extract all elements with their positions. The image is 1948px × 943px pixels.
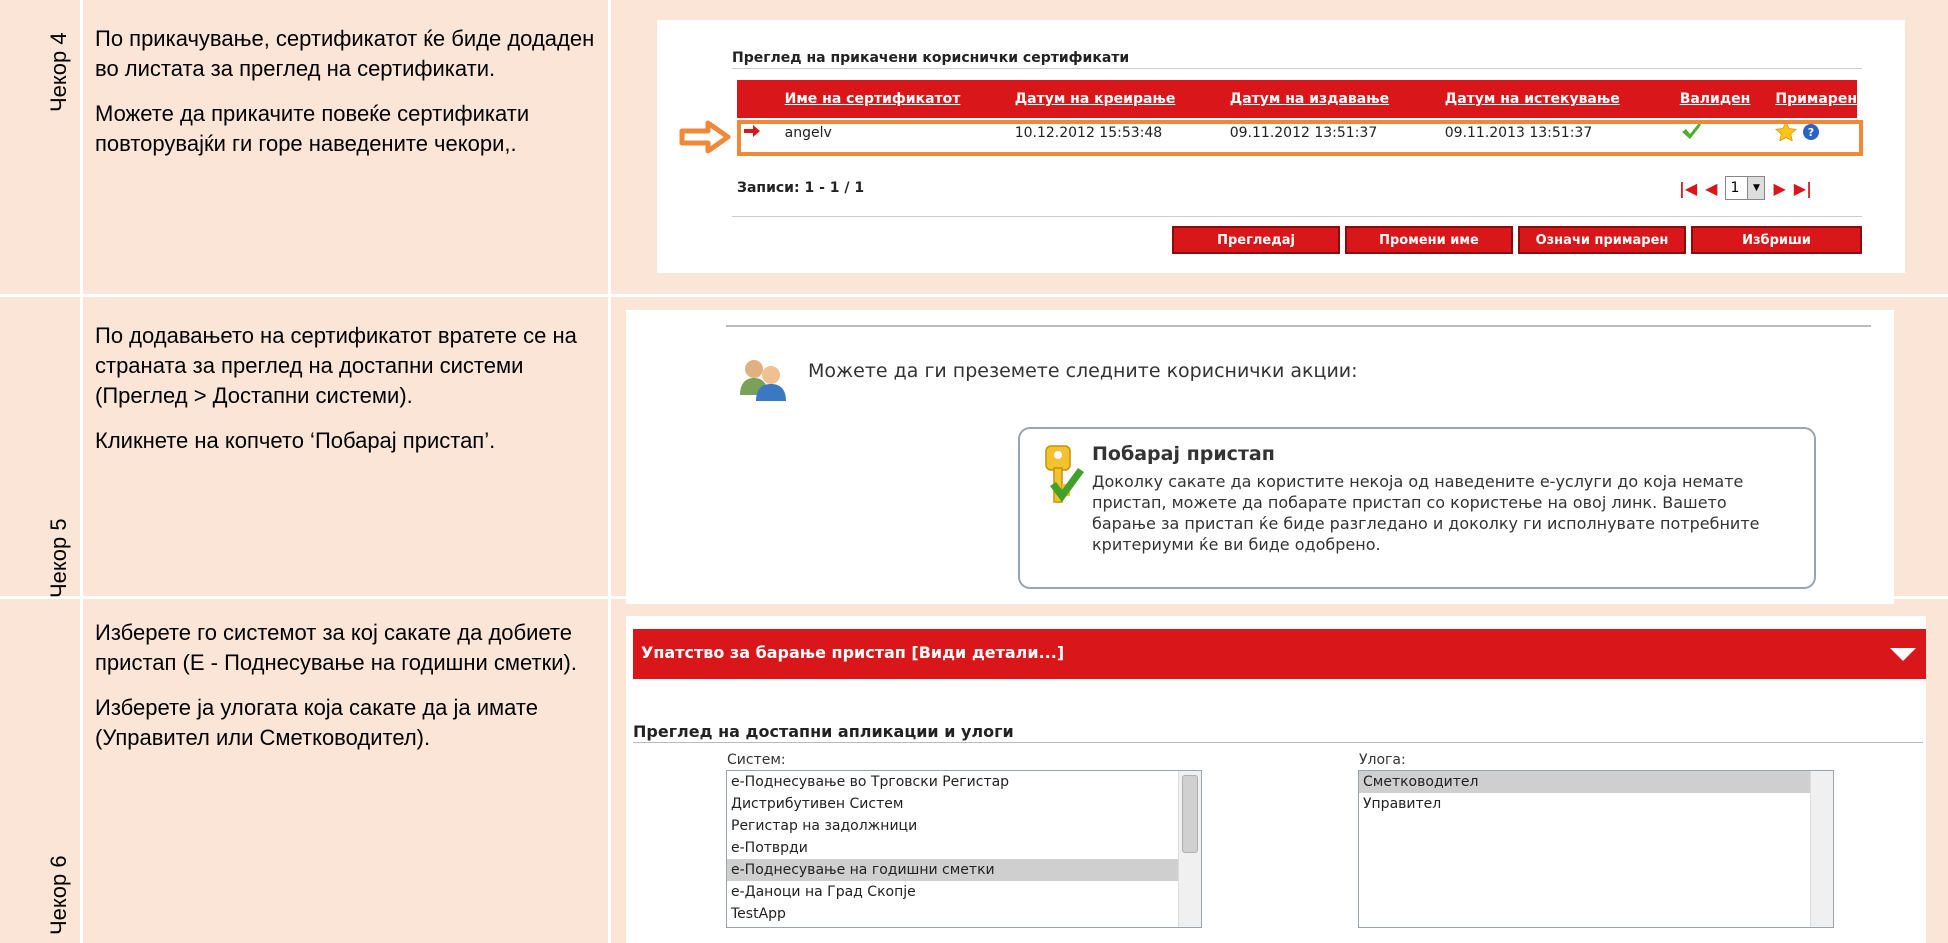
role-listbox[interactable]: Сметководител Управител (1358, 770, 1834, 928)
key-icon (1045, 445, 1084, 503)
system-option[interactable]: е-Поднесување во Трговски Регистар (727, 771, 1201, 793)
scrollbar[interactable] (1178, 771, 1201, 927)
role-label: Улога: (1359, 752, 1406, 768)
banner-label[interactable]: Упатство за барање пристап [Види детали.… (641, 643, 1064, 662)
header-name[interactable]: Име на сертификатот (778, 80, 1009, 118)
records-count: Записи: 1 - 1 / 1 (737, 180, 865, 196)
certificates-title: Преглед на прикачени кориснички сертифик… (732, 50, 1130, 66)
step-6-label: Чекор 6 (46, 855, 71, 935)
role-option[interactable]: Сметководител (1359, 771, 1833, 793)
system-option[interactable]: Регистар на задолжници (727, 815, 1201, 837)
top-divider (726, 325, 1871, 327)
table-header-row: Име на сертификатот Датум на креирање Да… (737, 80, 1857, 118)
request-access-box[interactable]: Побарај пристап Доколку сакате да корист… (1018, 427, 1816, 589)
actions-intro: Можете да ги преземете следните кориснич… (808, 360, 1358, 382)
row-highlight (737, 120, 1863, 156)
system-option[interactable]: е-Потврди (727, 837, 1201, 859)
users-icon (740, 360, 786, 401)
chevron-down-icon: ▼ (1747, 177, 1765, 199)
system-options: е-Поднесување во Трговски Регистар Дистри… (727, 771, 1201, 925)
user-actions-panel: Можете да ги преземете следните кориснич… (626, 310, 1894, 604)
system-option[interactable]: е-Даноци на Град Скопје (727, 881, 1201, 903)
step-5-text-1: По додавањето на сертификатот вратете се… (95, 323, 577, 408)
col-divider-1 (80, 0, 83, 943)
rename-button[interactable]: Промени име (1345, 226, 1513, 254)
role-options: Сметководител Управител (1359, 771, 1833, 815)
scrollbar-thumb[interactable] (1182, 775, 1198, 853)
system-listbox[interactable]: е-Поднесување во Трговски Регистар Дистри… (726, 770, 1202, 928)
prev-page-icon[interactable]: ◀ (1705, 179, 1717, 198)
header-spacer (737, 80, 779, 118)
row-divider-1 (0, 294, 1948, 297)
title-divider (732, 68, 1862, 69)
certificates-panel: Преглед на прикачени кориснички сертифик… (657, 20, 1905, 273)
step-6-text-1: Изберете го системот за кој сакате да до… (95, 620, 577, 675)
footer-divider (732, 216, 1862, 217)
apps-section-title: Преглед на достапни апликации и улоги (633, 722, 1014, 741)
system-label: Систем: (727, 752, 786, 768)
step-5-instructions: По додавањето на сертификатот вратете се… (95, 321, 595, 471)
collapse-triangle-icon[interactable] (1890, 648, 1916, 661)
set-primary-button[interactable]: Означи примарен (1518, 226, 1686, 254)
system-option[interactable]: е-Поднесување на годишни сметки (727, 859, 1201, 881)
role-scrollbar[interactable] (1810, 771, 1833, 927)
last-page-icon[interactable]: ▶| (1794, 179, 1812, 198)
page-number: 1 (1730, 180, 1740, 196)
step-4-text-1: По прикачување, сертификатот ќе биде дод… (95, 26, 595, 81)
instructions-banner[interactable]: Упатство за барање пристап [Види детали.… (633, 629, 1926, 679)
step-5-label: Чекор 5 (46, 518, 71, 598)
delete-button[interactable]: Избриши (1691, 226, 1862, 254)
step-4-instructions: По прикачување, сертификатот ќе биде дод… (95, 24, 595, 174)
next-page-icon[interactable]: ▶ (1773, 179, 1785, 198)
header-created[interactable]: Датум на креирање (1008, 80, 1224, 118)
request-access-link[interactable]: Побарај пристап (1092, 443, 1275, 465)
pager: |◀ ◀ 1 ▼ ▶ ▶| (1679, 176, 1812, 200)
header-valid[interactable]: Валиден (1673, 80, 1770, 118)
header-expires[interactable]: Датум на истекување (1438, 80, 1674, 118)
step-6-text-2: Изберете ја улогата која сакате да ја им… (95, 695, 538, 750)
applications-panel: Упатство за барање пристап [Види детали.… (626, 616, 1926, 943)
header-primary[interactable]: Примарен (1769, 80, 1857, 118)
step-6-instructions: Изберете го системот за кој сакате да до… (95, 618, 595, 768)
first-page-icon[interactable]: |◀ (1679, 179, 1697, 198)
pointer-arrow-icon (679, 120, 731, 154)
view-button[interactable]: Прегледај (1172, 226, 1340, 254)
role-option[interactable]: Управител (1359, 793, 1833, 815)
section-divider (633, 742, 1923, 743)
request-access-description: Доколку сакате да користите некоја од на… (1092, 472, 1760, 554)
col-divider-2 (608, 0, 611, 943)
page-select[interactable]: 1 ▼ (1725, 176, 1766, 200)
system-option[interactable]: TestApp (727, 903, 1201, 925)
step-4-label: Чекор 4 (46, 32, 71, 112)
system-option[interactable]: Дистрибутивен Систем (727, 793, 1201, 815)
step-4-text-2: Можете да прикачите повеќе сертификати п… (95, 101, 530, 156)
step-5-text-2: Кликнете на копчето ‘Побарај пристап’. (95, 428, 496, 453)
header-issued[interactable]: Датум на издавање (1223, 80, 1439, 118)
